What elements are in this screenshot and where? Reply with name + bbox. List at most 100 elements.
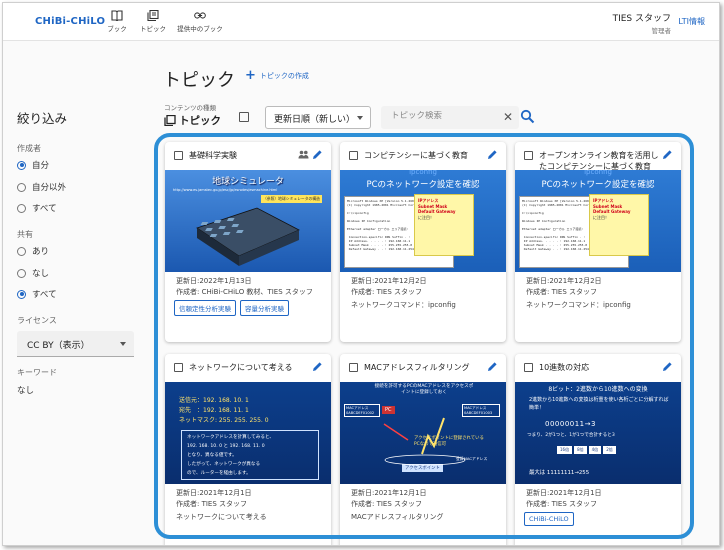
card-tags: 信頼定性分析実験 容量分析実験 [174,300,289,316]
thumb-line: ので、ルーターを経由します。 [187,471,251,476]
topic-card[interactable]: MACアドレスフィルタリング 接続を許可するPCのMACアドレスをアクセスポイン… [340,354,506,545]
topic-icon [147,10,159,21]
card-thumbnail: ipconfig PCのネットワーク設定を確認 Microsoft Window… [340,170,506,272]
chevron-down-icon [120,342,126,346]
create-topic-label: トピックの作成 [259,72,309,80]
shared-option-all[interactable]: すべて [17,288,57,300]
nav-provided-book[interactable]: 提供中のブック [170,10,230,33]
edit-icon[interactable] [312,149,323,160]
lti-info-link[interactable]: LTI情報 [678,16,705,27]
card-tags: CHiBi-CHiLO [524,512,574,526]
shared-option-no[interactable]: なし [17,267,49,279]
card-updated: 更新日:2021年12月2日 [351,277,427,285]
keyword-value: なし [17,386,35,396]
license-select[interactable]: CC BY（表示） [17,331,134,357]
radio-icon [17,203,26,213]
topic-card[interactable]: 10進数の対応 8ビット：2進数から10進数への変換 2進数から10進数への変換… [515,354,681,545]
edit-icon[interactable] [662,149,673,160]
license-label: ライセンス [17,316,57,325]
card-author: 作成者: TIES スタッフ [351,500,423,508]
bit-cell: 16倍 [557,446,573,454]
thumb-max: 最大は 11111111→255 [529,470,590,476]
sort-select[interactable]: 更新日順（新しい） [265,106,371,129]
content-type-selector[interactable]: トピック [164,113,221,128]
thumb-line: 192. 168. 10. 0 と 192. 168. 11. 0 [187,444,265,449]
nav-topic-label: トピック [140,25,166,33]
sort-value: 更新日順（新しい） [274,115,356,125]
card-title: MACアドレスフィルタリング [364,363,470,372]
author-option-others[interactable]: 自分以外 [17,181,66,193]
card-checkbox[interactable] [349,363,358,372]
clear-icon[interactable]: ✕ [503,110,513,124]
edit-icon[interactable] [487,361,498,372]
radio-icon [17,182,26,192]
supercomputer-illustration [196,207,300,266]
keyword-label: キーワード [17,368,57,377]
thumb-bits: 00000011→3 [545,420,596,428]
card-keyword: ネットワークコマンド：ipconfig [526,301,631,309]
card-updated: 更新日:2021年12月1日 [526,489,602,497]
edit-icon[interactable] [312,361,323,372]
edit-icon[interactable] [662,361,673,372]
shared-option-label: なし [32,269,50,279]
card-title: オープンオンライン教育を活用したコンピテンシーに基づく教育 [539,151,659,171]
thumb-explanation: ネットワークアドレスを計算してみると、 192. 168. 10. 0 と 19… [181,430,319,480]
author-option-label: すべて [32,204,57,214]
card-checkbox[interactable] [174,151,183,160]
card-checkbox[interactable] [174,363,183,372]
author-option-mine[interactable]: 自分 [17,159,49,171]
author-option-label: 自分 [32,161,50,171]
author-label: 作成者 [17,144,41,153]
card-keyword: ネットワークコマンド：ipconfig [351,301,456,309]
card-thumbnail: 接続を許可するPCのMACアドレスをアクセスポイントに登録しておく MACアドレ… [340,382,506,484]
author-option-all[interactable]: すべて [17,202,57,214]
thumb-line: 送信元：192. 168. 10. 1 [179,397,249,404]
shared-option-yes[interactable]: あり [17,245,49,257]
card-title: 10進数の対応 [539,363,590,372]
bit-cell: 2倍 [603,446,616,454]
author-option-label: 自分以外 [32,183,67,193]
thumb-line: ネットマスク: 255. 255. 255. 0 [179,417,269,424]
bit-table: 16倍 8倍 4倍 2倍 [557,446,616,454]
nav-provided-book-label: 提供中のブック [177,25,223,33]
app-bar: CHiBi-CHiLO ブック トピック 提供中のブック TIES スタッフ 管… [3,3,719,41]
shared-users-icon [298,150,309,159]
page-title: トピック [163,70,235,91]
license-value: CC BY（表示） [27,341,90,351]
topic-card[interactable]: 基礎科学実験 地球シミュレータ http://www.es.jamstec.go… [165,142,331,342]
tag-chip[interactable]: CHiBi-CHiLO [524,512,574,526]
card-updated: 更新日:2022年1月13日 [176,277,252,285]
bit-cell: 8倍 [574,446,587,454]
topic-card[interactable]: オープンオンライン教育を活用したコンピテンシーに基づく教育 ipconfig P… [515,142,681,342]
select-all-checkbox[interactable] [239,112,249,122]
thumb-line: 宛先 ：192. 168. 11. 1 [179,407,249,414]
shared-option-label: あり [32,247,50,257]
topic-card[interactable]: ネットワークについて考える 送信元：192. 168. 10. 1 宛先 ：19… [165,354,331,545]
topic-search: ✕ [381,106,519,129]
card-checkbox[interactable] [524,151,533,160]
card-checkbox[interactable] [349,151,358,160]
shared-label: 共有 [17,230,33,239]
radio-icon [17,246,26,256]
topic-card[interactable]: コンピテンシーに基づく教育 ipconfig PCのネットワーク設定を確認 Mi… [340,142,506,342]
card-checkbox[interactable] [524,363,533,372]
user-info[interactable]: TIES スタッフ 管理者 [613,11,671,35]
thumb-line: ネットワークアドレスを計算してみると、 [187,435,274,440]
callout-line: に注目！ [593,214,609,220]
user-role: 管理者 [651,27,672,35]
search-input[interactable] [391,111,491,121]
thumb-subtitle: 2進数から10進数への変換は桁重を使い各桁ごとに分解すれば簡単！ [529,397,669,411]
thumb-title: 8ビット：2進数から10進数への変換 [548,386,648,393]
tag-chip[interactable]: 容量分析実験 [240,300,289,316]
card-author: 作成者: TIES スタッフ [351,288,423,296]
card-keyword: MACアドレスフィルタリング [351,513,444,521]
tag-chip[interactable]: 信頼定性分析実験 [174,300,236,316]
card-thumbnail: 8ビット：2進数から10進数への変換 2進数から10進数への変換は桁重を使い各桁… [515,382,681,484]
search-icon[interactable] [520,109,535,124]
radio-icon [17,268,26,278]
card-updated: 更新日:2021年12月1日 [351,489,427,497]
card-title: 基礎科学実験 [189,151,237,160]
edit-icon[interactable] [487,149,498,160]
card-thumbnail: 送信元：192. 168. 10. 1 宛先 ：192. 168. 11. 1 … [165,382,331,484]
create-topic-link[interactable]: + トピックの作成 [245,69,309,82]
